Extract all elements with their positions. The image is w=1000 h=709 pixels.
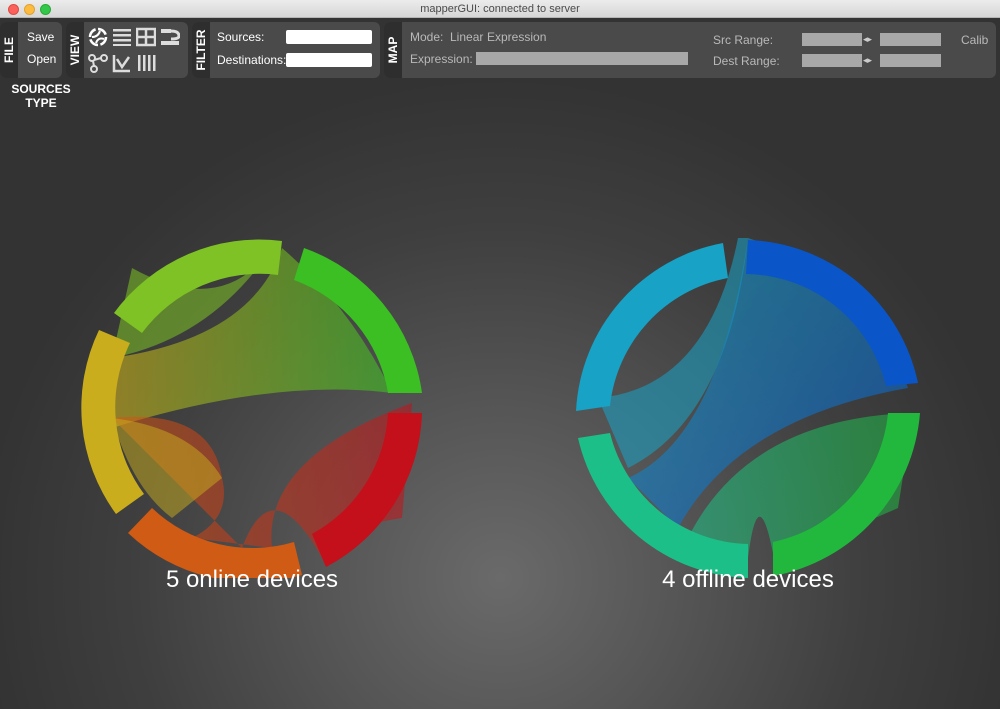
dest-range-label: Dest Range: [713,54,780,68]
destinations-filter-input[interactable] [286,53,372,67]
map-panel-label: MAP [384,22,402,78]
balloon-view-icon[interactable] [112,53,132,73]
filter-panel: FILTER Sources: Destinations: [192,22,380,78]
graph-view-icon[interactable] [88,53,108,73]
save-button[interactable]: Save [27,30,54,44]
filter-panel-label: FILTER [192,22,210,78]
mode-linear-button[interactable]: Linear [450,30,483,44]
hive-view-icon[interactable] [160,27,180,47]
main-canvas: FILE Save Open VIEW FILTER Sources: Dest… [0,18,1000,709]
src-range-label: Src Range: [713,33,774,47]
dest-range-link-icon[interactable]: ◂▸ [863,55,872,66]
expression-label: Expression: [410,52,473,66]
chord-view-icon[interactable] [88,27,108,47]
parallel-view-icon[interactable] [136,53,156,73]
map-panel: MAP Mode: Linear Expression Expression: … [384,22,996,78]
src-range-min-input[interactable] [802,33,862,46]
mode-expression-button[interactable]: Expression [487,30,546,44]
dest-range-min-input[interactable] [802,54,862,67]
title-bar: mapperGUI: connected to server [0,0,1000,18]
offline-devices-caption: 4 offline devices [662,566,834,593]
view-panel-label: VIEW [66,22,84,78]
src-range-link-icon[interactable]: ◂▸ [863,34,872,45]
open-button[interactable]: Open [27,52,56,66]
mode-label: Mode: [410,30,444,44]
file-panel-label: FILE [0,22,18,78]
calib-button[interactable]: Calib [961,33,988,47]
window-title: mapperGUI: connected to server [420,3,580,15]
file-panel: FILE Save Open [0,22,62,78]
online-chord-svg [81,239,422,578]
dest-range-max-input[interactable] [880,54,941,67]
grid-view-icon[interactable] [136,27,156,47]
sources-type-label[interactable]: SOURCES TYPE [8,82,74,110]
expression-input[interactable] [476,52,688,65]
sources-filter-label: Sources: [217,30,265,44]
online-devices-caption: 5 online devices [165,566,339,593]
src-range-max-input[interactable] [880,33,941,46]
offline-chord-svg [576,238,920,578]
sources-filter-input[interactable] [286,30,372,44]
offline-devices-chord[interactable] [568,218,928,578]
online-devices-chord[interactable] [72,218,432,578]
list-view-icon[interactable] [112,27,132,47]
destinations-filter-label: Destinations: [217,53,287,67]
view-panel: VIEW [66,22,188,78]
